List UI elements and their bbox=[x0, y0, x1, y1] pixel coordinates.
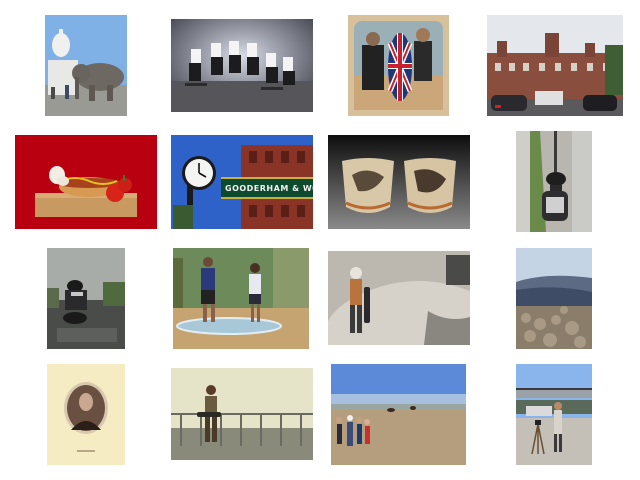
gooderham-worts-sign: GOODERHAM & WORTS bbox=[225, 184, 313, 193]
thumbnail-ceramic-cups[interactable] bbox=[328, 135, 470, 229]
thumbnail-motorcyclist[interactable] bbox=[47, 248, 125, 349]
thumbnail-skate-bowl[interactable] bbox=[328, 251, 470, 345]
thumbnail-hotdog[interactable] bbox=[15, 135, 157, 229]
thumbnail-clock-sign[interactable]: GOODERHAM & WORTS bbox=[171, 135, 313, 229]
thumbnail-sand-surfboards[interactable] bbox=[173, 248, 309, 349]
thumbnail-horse-race-beach[interactable] bbox=[331, 364, 466, 465]
thumbnail-capitol-elephant[interactable] bbox=[45, 15, 127, 116]
thumbnail-vintage-portrait[interactable] bbox=[47, 364, 125, 465]
thumbnail-union-jack-surfboard[interactable] bbox=[348, 15, 449, 116]
thumbnail-skateboarders[interactable] bbox=[171, 19, 313, 112]
thumbnail-skater-rail[interactable] bbox=[171, 368, 313, 460]
thumbnail-tripod-photographer[interactable] bbox=[516, 364, 592, 465]
thumbnail-toilet-on-pole[interactable] bbox=[516, 131, 592, 232]
thumbnail-mountain-vista[interactable] bbox=[516, 248, 592, 349]
thumbnail-brick-building[interactable] bbox=[487, 15, 623, 116]
thumbnail-grid: GOODERHAM & WORTS bbox=[0, 0, 640, 480]
